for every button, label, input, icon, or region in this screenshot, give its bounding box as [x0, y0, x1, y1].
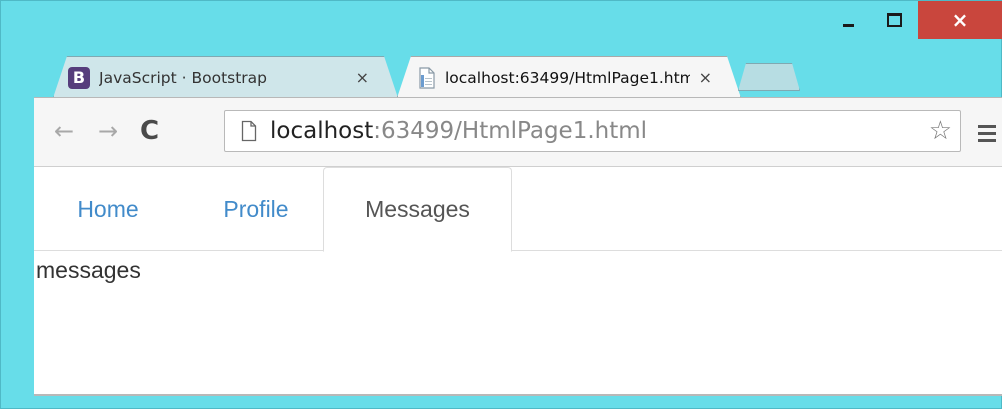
url-text: localhost:63499/HtmlPage1.html	[270, 116, 647, 146]
tab-profile[interactable]: Profile	[192, 167, 320, 251]
maximize-button[interactable]	[871, 1, 917, 39]
tab-close-icon[interactable]: ×	[699, 68, 712, 87]
tab-title: localhost:63499/HtmlPage1.html	[445, 68, 690, 87]
tab-close-icon[interactable]: ×	[356, 68, 369, 87]
page-icon	[241, 120, 257, 147]
url-path: :63499/HtmlPage1.html	[373, 118, 648, 144]
new-tab-button[interactable]	[738, 63, 800, 91]
menu-icon[interactable]	[978, 125, 996, 146]
tab-messages[interactable]: Messages	[323, 167, 512, 252]
minimize-icon	[842, 23, 854, 27]
tab-home[interactable]: Home	[52, 167, 164, 251]
close-window-button[interactable]: ×	[918, 1, 1002, 39]
bootstrap-icon: B	[68, 67, 90, 89]
page-icon	[418, 67, 436, 89]
forward-arrow-icon[interactable]: →	[98, 116, 118, 146]
browser-tab-bootstrap[interactable]: B JavaScript · Bootstrap ×	[53, 56, 398, 98]
address-bar[interactable]: localhost:63499/HtmlPage1.html ☆	[224, 110, 961, 152]
star-icon[interactable]: ☆	[929, 116, 952, 146]
browser-window: × B JavaScript · Bootstrap × localhost:6…	[0, 0, 1002, 409]
nav-tabs: Home Profile Messages	[34, 167, 1002, 252]
browser-toolbar: ← → C localhost:63499/HtmlPage1.html ☆	[34, 97, 1002, 167]
back-arrow-icon[interactable]: ←	[54, 116, 74, 146]
maximize-icon	[886, 13, 902, 27]
tab-title: JavaScript · Bootstrap	[99, 68, 268, 87]
page-viewport: Home Profile Messages messages	[34, 167, 1002, 396]
close-icon: ×	[951, 8, 969, 32]
url-host: localhost	[270, 118, 374, 144]
tab-pane-content: messages	[36, 257, 141, 283]
reload-icon[interactable]: C	[140, 116, 159, 146]
minimize-button[interactable]	[825, 1, 871, 39]
browser-tab-localhost[interactable]: localhost:63499/HtmlPage1.html ×	[397, 56, 741, 98]
